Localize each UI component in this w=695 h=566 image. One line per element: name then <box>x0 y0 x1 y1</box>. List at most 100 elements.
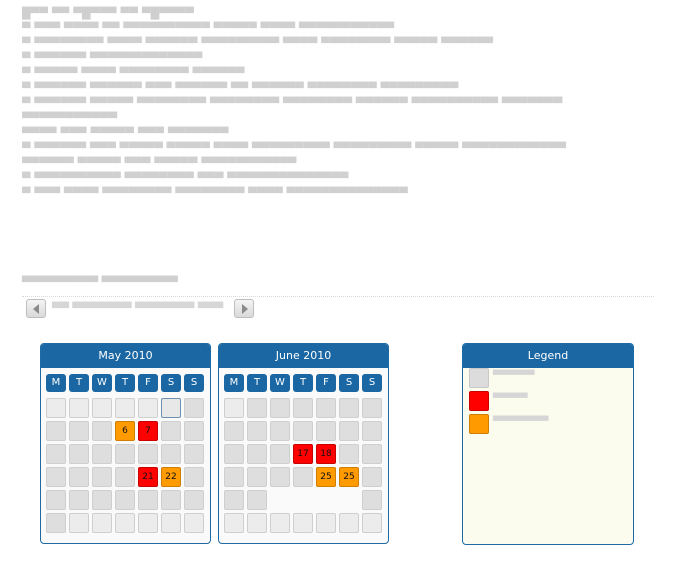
day-cell-22[interactable]: 22 <box>161 467 181 487</box>
day-cell[interactable] <box>270 513 290 533</box>
day-cell[interactable] <box>46 398 66 418</box>
day-cell[interactable] <box>184 444 204 464</box>
legend-item-booked: ▀▀▀▀▀ <box>469 391 633 414</box>
day-cell[interactable] <box>184 467 204 487</box>
day-cell[interactable] <box>362 490 382 510</box>
day-cell[interactable] <box>69 444 89 464</box>
weekday-label: S <box>161 374 181 392</box>
day-cell[interactable] <box>46 490 66 510</box>
day-cell[interactable] <box>247 490 267 510</box>
day-cell[interactable] <box>224 490 244 510</box>
day-cell[interactable] <box>184 398 204 418</box>
day-cell[interactable] <box>161 513 181 533</box>
day-cell[interactable] <box>92 398 112 418</box>
day-cell-25[interactable]: 25 <box>316 467 336 487</box>
day-cell[interactable] <box>115 513 135 533</box>
day-cell[interactable] <box>92 421 112 441</box>
day-cell <box>270 490 290 510</box>
day-cell[interactable] <box>138 444 158 464</box>
day-cell[interactable] <box>184 490 204 510</box>
day-cell[interactable] <box>69 421 89 441</box>
day-cell[interactable] <box>69 467 89 487</box>
day-cell[interactable] <box>362 467 382 487</box>
day-cell[interactable] <box>270 444 290 464</box>
day-cell[interactable] <box>92 444 112 464</box>
day-cell[interactable] <box>339 421 359 441</box>
day-cell[interactable] <box>362 444 382 464</box>
weekday-label: S <box>184 374 204 392</box>
day-cell[interactable] <box>293 398 313 418</box>
day-cell[interactable] <box>92 467 112 487</box>
day-cell[interactable] <box>293 421 313 441</box>
day-cell-25[interactable]: 25 <box>339 467 359 487</box>
legend-item-available: ▀▀▀▀▀▀ <box>469 368 633 391</box>
day-cell <box>339 490 359 510</box>
weekday-header: M T W T F S S <box>41 368 210 392</box>
day-cell[interactable] <box>161 490 181 510</box>
day-cell[interactable] <box>184 421 204 441</box>
day-cell[interactable] <box>247 444 267 464</box>
day-cell[interactable] <box>69 398 89 418</box>
day-cell[interactable] <box>115 467 135 487</box>
description-text-block: █▀▀ ▀▀ ▀█▀▀▀ ▀▀ ▀█▀▀▀▀ ▀ ▀▀▀ ▀▀▀▀ ▀▀ ▀▀▀… <box>22 6 662 201</box>
day-cell-21[interactable]: 21 <box>138 467 158 487</box>
text-line: █▀▀ ▀▀ ▀█▀▀▀ ▀▀ ▀█▀▀▀▀ <box>22 7 194 20</box>
day-cell[interactable] <box>46 513 66 533</box>
day-cell[interactable] <box>115 444 135 464</box>
day-cell[interactable] <box>224 398 244 418</box>
day-cell[interactable] <box>184 513 204 533</box>
day-cell-17[interactable]: 17 <box>293 444 313 464</box>
day-cell[interactable] <box>270 467 290 487</box>
day-cell-6[interactable]: 6 <box>115 421 135 441</box>
day-cell[interactable] <box>138 490 158 510</box>
day-cell[interactable] <box>293 513 313 533</box>
day-cell[interactable] <box>224 513 244 533</box>
day-cell[interactable] <box>362 421 382 441</box>
weekday-label: T <box>69 374 89 392</box>
day-cell-18[interactable]: 18 <box>316 444 336 464</box>
day-cell[interactable] <box>161 421 181 441</box>
next-month-button[interactable] <box>234 299 254 318</box>
day-cell[interactable] <box>115 398 135 418</box>
day-cell[interactable] <box>115 490 135 510</box>
day-cell[interactable] <box>46 467 66 487</box>
day-cell[interactable] <box>224 421 244 441</box>
text-line: ▀ ▀▀▀▀▀▀ ▀▀▀ ▀▀▀▀▀ ▀▀▀▀▀ ▀▀▀▀ ▀▀▀▀▀▀▀▀▀ … <box>22 142 567 155</box>
day-cell[interactable] <box>362 513 382 533</box>
day-cell[interactable] <box>92 513 112 533</box>
day-cell[interactable] <box>224 467 244 487</box>
calendar-navigation: ▀▀ ▀▀▀▀▀▀▀ ▀▀▀▀▀▀▀ ▀▀▀ <box>26 299 258 319</box>
day-cell[interactable] <box>316 421 336 441</box>
day-cell[interactable] <box>247 513 267 533</box>
day-cell[interactable] <box>161 444 181 464</box>
day-cell[interactable] <box>69 513 89 533</box>
text-line: ▀ ▀▀▀▀▀▀ ▀▀▀▀▀▀▀▀▀▀▀▀▀ <box>22 52 203 65</box>
day-cell[interactable] <box>247 467 267 487</box>
day-cell[interactable] <box>270 421 290 441</box>
day-cell[interactable] <box>316 398 336 418</box>
day-grid: 6 7 21 22 <box>41 392 210 533</box>
day-cell[interactable] <box>46 421 66 441</box>
day-cell[interactable] <box>339 513 359 533</box>
day-cell[interactable] <box>46 444 66 464</box>
legend-swatch <box>469 414 489 434</box>
previous-month-button[interactable] <box>26 299 46 318</box>
day-cell[interactable] <box>339 444 359 464</box>
section-divider <box>22 296 654 297</box>
day-cell-7[interactable]: 7 <box>138 421 158 441</box>
day-cell[interactable] <box>247 421 267 441</box>
day-cell[interactable] <box>270 398 290 418</box>
day-cell[interactable] <box>339 398 359 418</box>
day-cell[interactable] <box>293 467 313 487</box>
day-cell[interactable] <box>138 513 158 533</box>
day-cell <box>316 490 336 510</box>
day-cell[interactable] <box>92 490 112 510</box>
day-cell[interactable] <box>161 398 181 418</box>
weekday-label: W <box>270 374 290 392</box>
day-cell[interactable] <box>69 490 89 510</box>
day-cell[interactable] <box>224 444 244 464</box>
day-cell[interactable] <box>247 398 267 418</box>
day-cell[interactable] <box>316 513 336 533</box>
day-cell[interactable] <box>138 398 158 418</box>
day-cell[interactable] <box>362 398 382 418</box>
